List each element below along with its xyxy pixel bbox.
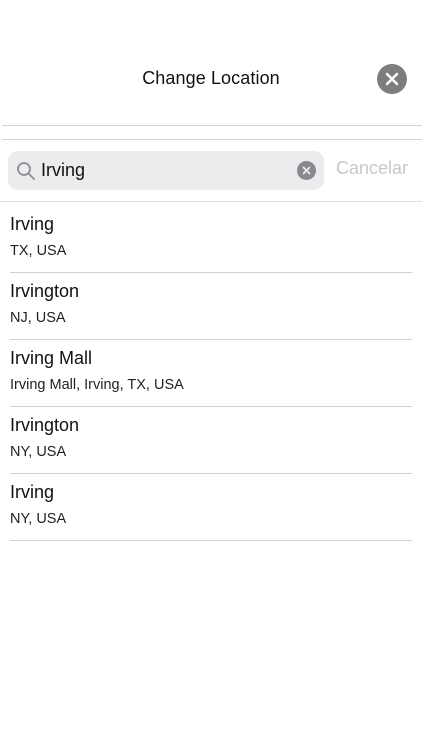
- clear-search-button[interactable]: [297, 161, 316, 180]
- result-item[interactable]: Irvington NY, USA: [10, 407, 412, 474]
- page-title: Change Location: [142, 68, 280, 88]
- result-detail: NY, USA: [10, 511, 67, 527]
- search-bottom-divider: [0, 201, 422, 202]
- close-icon: [385, 72, 399, 86]
- result-name: Irvington: [10, 415, 80, 435]
- result-item[interactable]: Irving TX, USA: [10, 206, 412, 273]
- result-item[interactable]: Irvington NJ, USA: [10, 273, 412, 340]
- search-input[interactable]: [41, 151, 291, 190]
- result-detail: TX, USA: [10, 243, 67, 259]
- result-detail: Irving Mall, Irving, TX, USA: [10, 377, 184, 393]
- result-name: Irvington: [10, 281, 80, 301]
- result-name: Irving Mall: [10, 348, 93, 368]
- close-button[interactable]: [377, 64, 407, 94]
- cancel-button[interactable]: Cancelar: [336, 158, 408, 179]
- result-detail: NJ, USA: [10, 310, 66, 326]
- results-list: Irving TX, USA Irvington NJ, USA Irving …: [10, 206, 412, 541]
- result-detail: NY, USA: [10, 444, 67, 460]
- result-item[interactable]: Irving Mall Irving Mall, Irving, TX, USA: [10, 340, 412, 407]
- result-name: Irving: [10, 482, 55, 502]
- search-icon: [17, 162, 35, 180]
- change-location-screen: Change Location Cancelar Irving TX, USA …: [0, 0, 422, 750]
- result-name: Irving: [10, 214, 55, 234]
- header-divider: [2, 125, 422, 126]
- search-top-divider: [2, 139, 422, 140]
- search-bar[interactable]: [8, 151, 324, 190]
- clear-icon: [302, 166, 311, 175]
- result-item[interactable]: Irving NY, USA: [10, 474, 412, 541]
- header: Change Location: [0, 56, 422, 102]
